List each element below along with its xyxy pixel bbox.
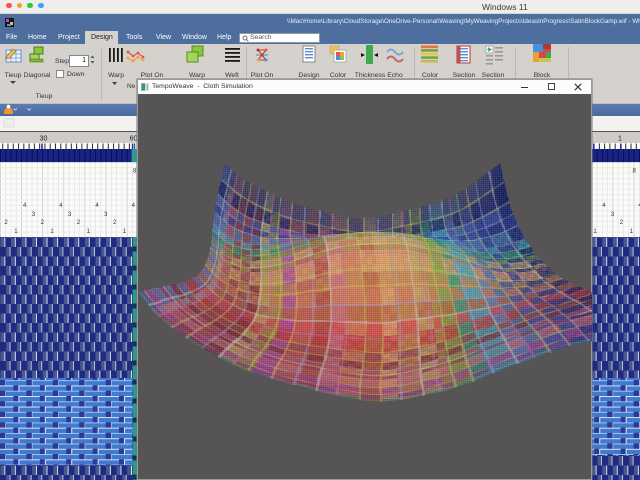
svg-text:30: 30 xyxy=(40,136,48,143)
svg-text:1: 1 xyxy=(618,136,622,143)
